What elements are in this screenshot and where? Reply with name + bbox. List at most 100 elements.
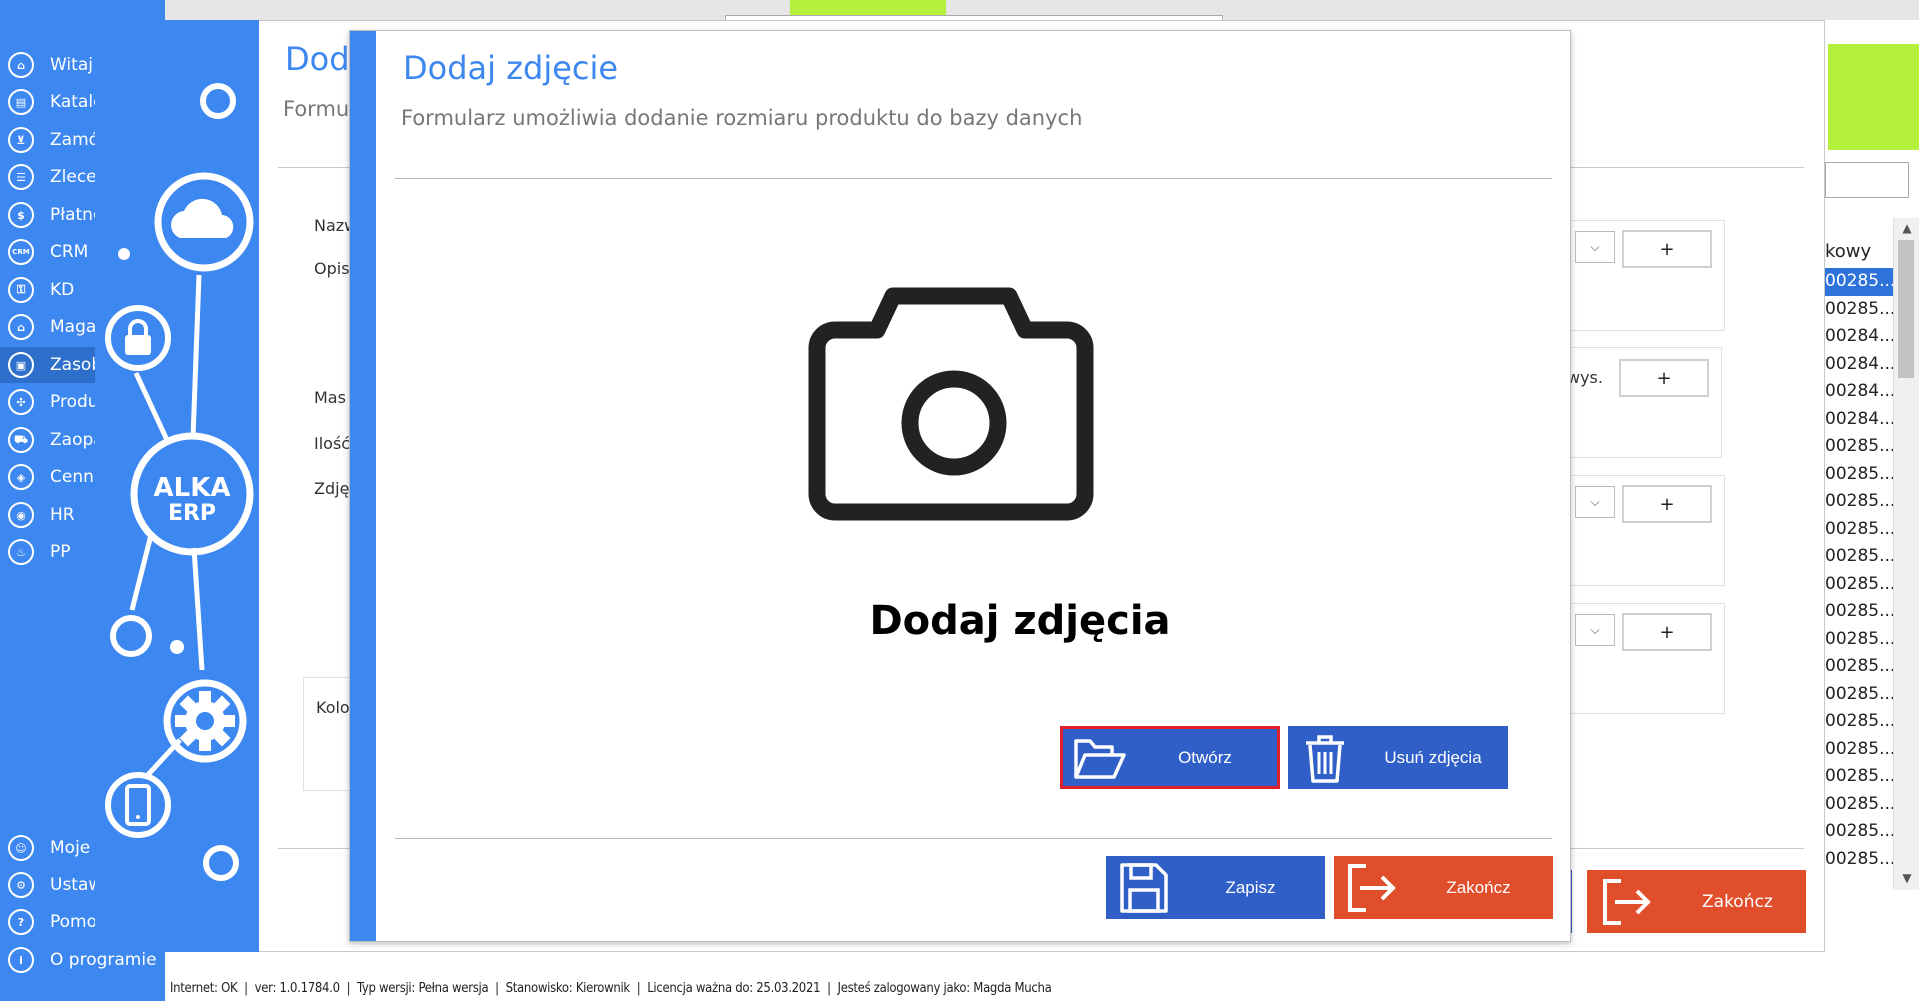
scroll-down-arrow-icon[interactable]: ▼ (1894, 868, 1919, 888)
list-item[interactable]: 00285... (1825, 736, 1899, 764)
crm-icon: CRM (8, 239, 34, 265)
list-item[interactable]: 00284... (1825, 351, 1899, 379)
open-file-label: Otwórz (1178, 747, 1232, 767)
catalog-book-icon: ▤ (8, 89, 34, 115)
list-item[interactable]: 00285... (1825, 296, 1899, 324)
background-label-color: Kolo (316, 698, 350, 717)
status-edition: Typ wersji: Pełna wersja (357, 980, 489, 996)
sidebar-item-label: O programie (50, 950, 157, 970)
status-version: ver: 1.0.1784.0 (254, 980, 340, 996)
warehouse-icon: ⌂ (8, 314, 34, 340)
home-icon: ⌂ (8, 52, 34, 78)
background-add-button[interactable]: + (1622, 230, 1712, 268)
remove-photos-button[interactable]: Usuń zdjęcia (1288, 726, 1508, 789)
dollar-icon: $ (8, 202, 34, 228)
list-item[interactable]: 00285... (1825, 791, 1899, 819)
list-scrollbar[interactable]: ▲ ▼ (1893, 218, 1919, 890)
background-form-subtitle: Formu (283, 97, 350, 121)
list-item[interactable]: 00285... (1825, 818, 1899, 846)
sidebar-item-label: HR (50, 505, 75, 525)
status-workstation: Stanowisko: Kierownik (505, 980, 631, 996)
list-item[interactable]: 00285... (1825, 488, 1899, 516)
erp-logo-text: ERP (168, 501, 216, 526)
list-item[interactable]: 00285... (1825, 846, 1899, 874)
alka-erp-network-illustration: ALKA ERP (105, 83, 254, 881)
list-item[interactable]: 00284... (1825, 406, 1899, 434)
list-item[interactable]: 00285... (1825, 516, 1899, 544)
photo-placeholder-caption: Dodaj zdjęcia (869, 598, 1171, 644)
background-label-photo: Zdję (314, 479, 350, 498)
background-search-input[interactable] (1825, 162, 1909, 198)
background-form-title: Dod (285, 40, 350, 78)
sidebar-item-label: Zamó (50, 130, 100, 150)
user-lock-icon: ⚿ (8, 277, 34, 303)
list-item[interactable]: 00285... (1825, 626, 1899, 654)
list-item[interactable]: 00285... (1825, 653, 1899, 681)
resources-box-icon: ▣ (8, 352, 34, 378)
scroll-up-arrow-icon[interactable]: ▲ (1894, 218, 1919, 238)
save-button[interactable]: Zapisz (1106, 856, 1325, 919)
list-item[interactable]: 00284... (1825, 378, 1899, 406)
info-icon: i (8, 947, 34, 973)
sidebar-item-label: CRM (50, 242, 89, 262)
close-button[interactable]: Zakończ (1334, 856, 1553, 919)
status-internet: Internet: OK (170, 980, 238, 996)
sidebar-item-label: Witaj! (50, 55, 100, 75)
list-column-header[interactable]: kowy (1825, 241, 1871, 262)
sidebar-item-label: Produ (50, 392, 99, 412)
open-file-button[interactable]: Otwórz (1060, 726, 1280, 789)
list-item[interactable]: 00285... (1825, 461, 1899, 489)
list-item[interactable]: 00285... (1825, 268, 1899, 296)
sidebar-item-label: PP (50, 542, 71, 562)
close-label: Zakończ (1446, 877, 1511, 897)
background-height-label: wys. (1567, 368, 1603, 387)
exit-arrow-icon (1603, 878, 1651, 925)
list-item[interactable]: 00284... (1825, 323, 1899, 351)
list-item[interactable]: 00285... (1825, 763, 1899, 791)
background-combo-box[interactable]: ⌵ (1575, 614, 1615, 646)
background-add-button[interactable]: + (1619, 359, 1709, 397)
sidebar-item-label: Moje I (50, 838, 101, 858)
profile-icon: ☺ (8, 835, 34, 861)
add-photo-dialog: Dodaj zdjęcie Formularz umożliwia dodani… (349, 30, 1571, 942)
background-accent-panel (1828, 44, 1919, 150)
dialog-accent-strip (350, 31, 376, 941)
background-close-button[interactable]: Zakończ (1587, 870, 1806, 933)
settings-gear-icon: ⚙ (8, 872, 34, 898)
dialog-divider (395, 838, 1552, 839)
list-item[interactable]: 00285... (1825, 543, 1899, 571)
sidebar-item-label: Pomo (50, 912, 98, 932)
background-label-description: Opis (314, 259, 350, 278)
production-icon: ✣ (8, 389, 34, 415)
background-label-quantity: Ilość (314, 434, 351, 453)
status-license: Licencja ważna do: 25.03.2021 (647, 980, 821, 996)
help-icon: ? (8, 909, 34, 935)
dialog-title: Dodaj zdjęcie (403, 49, 619, 87)
price-tag-icon: ◈ (8, 464, 34, 490)
list-item[interactable]: 00285... (1825, 681, 1899, 709)
supply-truck-icon: ⛟ (8, 427, 34, 453)
sidebar-item-label: KD (50, 280, 75, 300)
background-add-button[interactable]: + (1622, 613, 1712, 651)
status-user: Jesteś zalogowany jako: Magda Mucha (837, 980, 1052, 996)
scrollbar-thumb[interactable] (1898, 240, 1914, 378)
status-bar: Internet: OK | ver: 1.0.1784.0 | Typ wer… (165, 975, 1919, 1001)
background-combo-box[interactable]: ⌵ (1575, 231, 1615, 263)
camera-icon (808, 287, 1094, 521)
list-item[interactable]: 00285... (1825, 708, 1899, 736)
list-icon: ☰ (8, 164, 34, 190)
cart-icon: ⊻ (8, 127, 34, 153)
remove-photos-label: Usuń zdjęcia (1384, 747, 1482, 767)
list-item[interactable]: 00285... (1825, 598, 1899, 626)
save-label: Zapisz (1225, 877, 1276, 897)
background-close-label: Zakończ (1702, 891, 1773, 912)
background-add-button[interactable]: + (1622, 485, 1712, 523)
pp-icon: ♨ (8, 539, 34, 565)
background-combo-box[interactable]: ⌵ (1575, 486, 1615, 518)
list-item[interactable]: 00285... (1825, 433, 1899, 461)
alka-erp-branding-panel: ALKA ERP (95, 20, 259, 952)
alka-logo-text: ALKA (154, 473, 231, 503)
list-item[interactable]: 00285... (1825, 571, 1899, 599)
dialog-divider (395, 178, 1552, 179)
background-label-mass: Mas (314, 388, 346, 407)
